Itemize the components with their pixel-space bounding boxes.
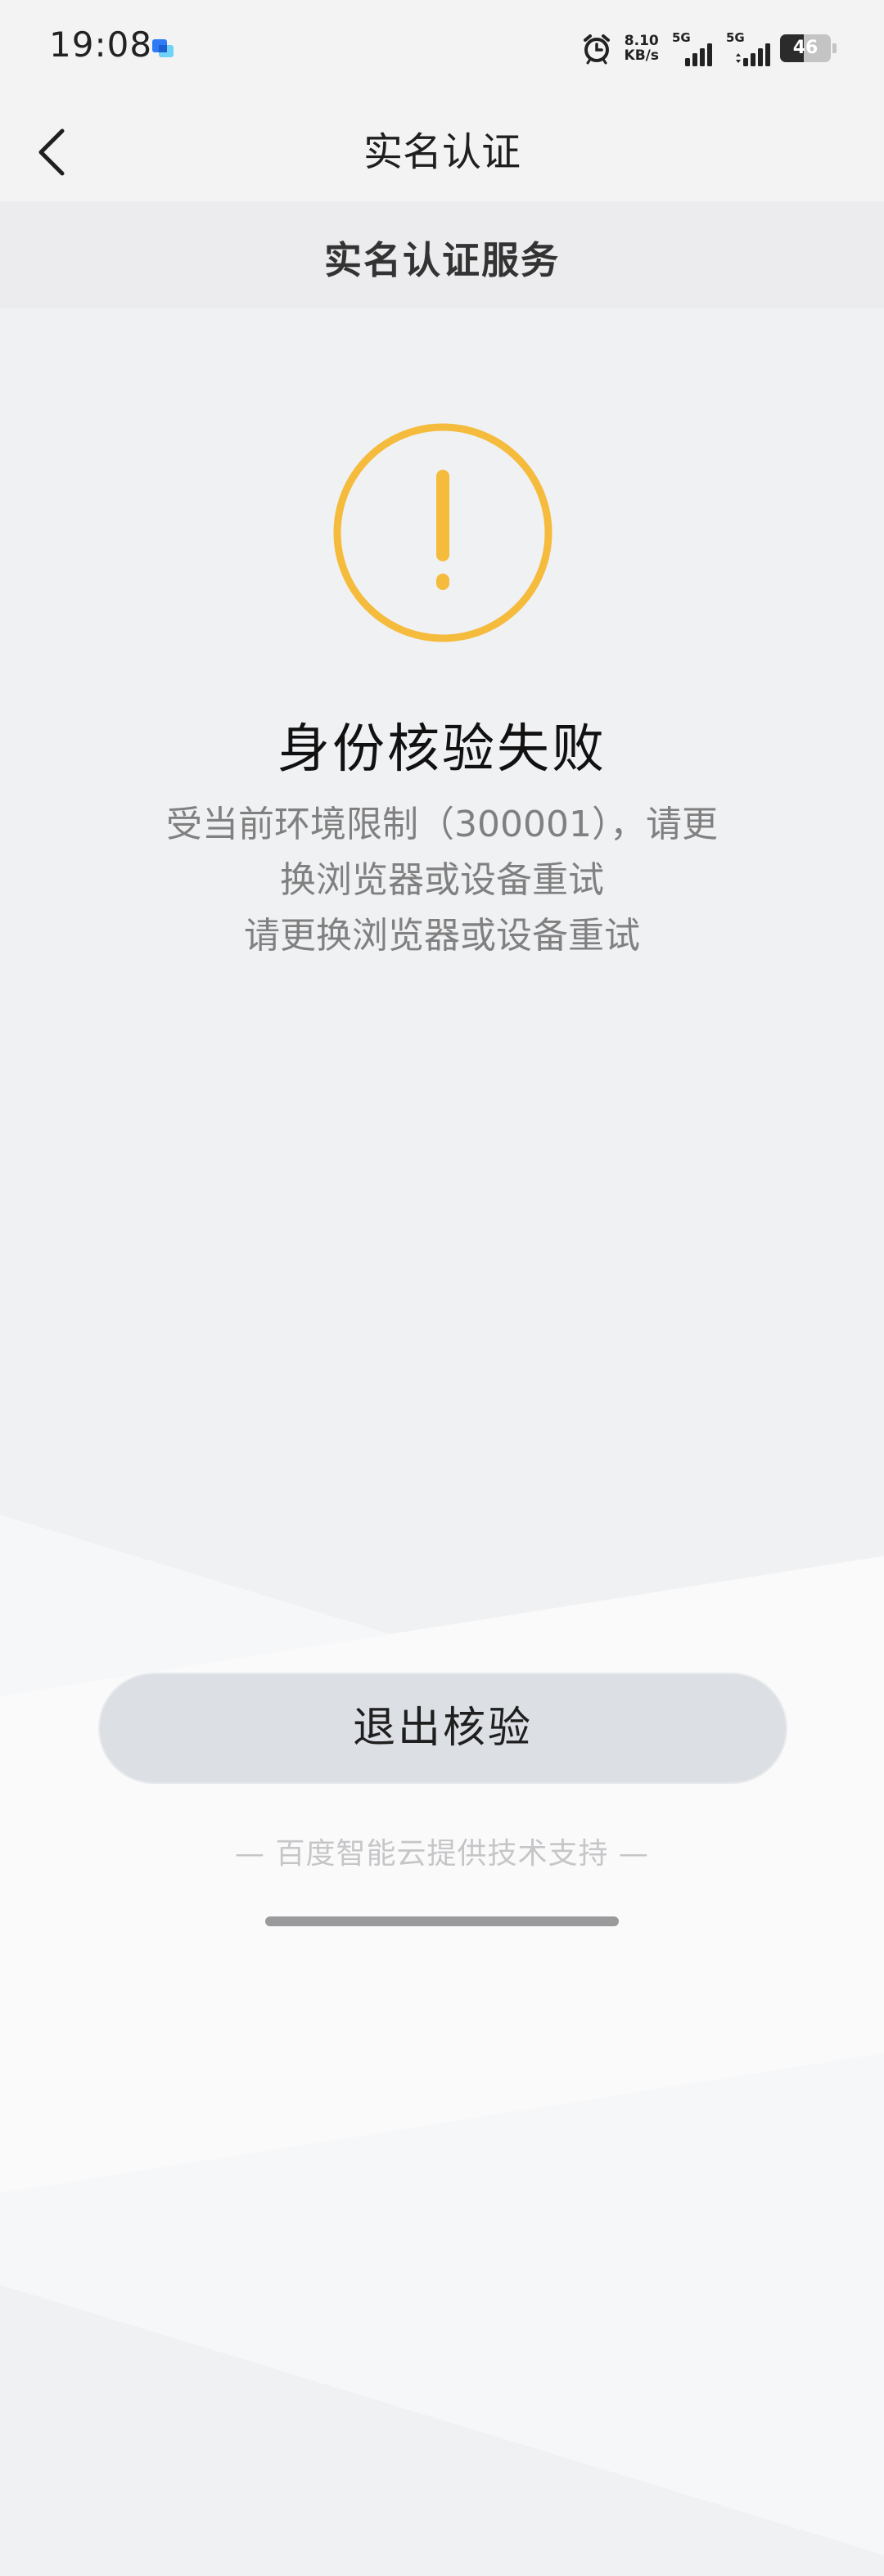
network-speed-value: 8.10 [624,33,659,49]
footer-credit: — 百度智能云提供技术支持 — [235,1837,649,1871]
service-title: 实名认证服务 [324,238,560,282]
status-indicators: 8.10 KB/s 5G 5G 46 [580,28,837,69]
result-description-line: 请更换浏览器或设备重试 [244,915,640,957]
result-description: 受当前环境限制（300001），请更 换浏览器或设备重试 请更换浏览器或设备重试 [123,797,761,964]
status-bar: 19:08 8.10 KB/s 5G 5G 46 [0,0,884,97]
warning-circle-icon [333,423,552,642]
result-description-line: 换浏览器或设备重试 [280,859,604,901]
home-indicator[interactable] [265,1916,619,1926]
network-speed-unit: KB/s [624,47,659,64]
exit-verification-button[interactable]: 退出核验 [98,1673,787,1784]
signal-sim1: 5G [672,30,716,66]
network-speed: 8.10 KB/s [625,34,659,63]
app-notification-icon [152,39,174,57]
alarm-icon [583,34,610,65]
status-time: 19:08 [49,25,153,65]
signal-icon [736,43,770,66]
result-description-line: 受当前环境限制（300001），请更 [166,804,718,845]
battery-level: 46 [792,38,819,58]
navigation-bar: 实名认证 [0,97,884,201]
service-header: 实名认证服务 [0,201,884,308]
signal-sim2: 5G [726,30,770,66]
signal-icon [685,43,712,66]
page-title: 实名认证 [363,129,521,175]
result-title: 身份核验失败 [277,719,607,780]
battery-icon: 46 [780,34,831,62]
battery-tip [832,43,837,53]
